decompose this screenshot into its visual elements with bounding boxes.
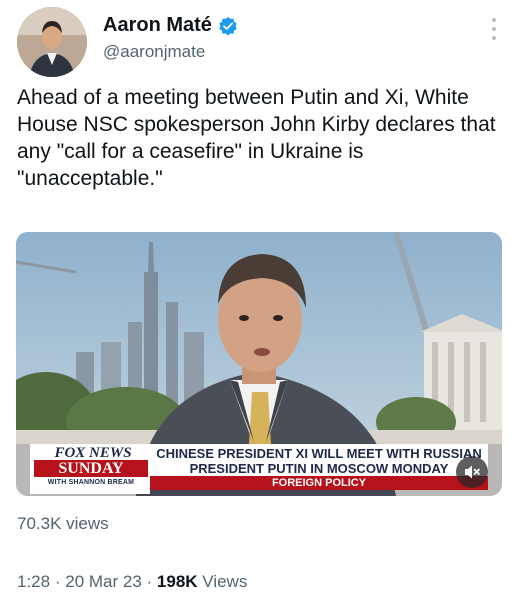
tweet-text: Ahead of a meeting between Putin and Xi,… (17, 86, 496, 190)
show-title: SUNDAY (34, 460, 148, 477)
views-label: Views (202, 572, 248, 591)
video-view-count: 70.3K views (17, 514, 109, 533)
author-handle[interactable]: @aaronjmate (103, 42, 205, 62)
mute-button[interactable] (456, 456, 488, 488)
host-line: WITH SHANNON BREAM (47, 479, 135, 486)
meta-separator: · (54, 572, 61, 591)
headline-line-2: PRESIDENT PUTIN IN MOSCOW MONDAY (189, 461, 449, 476)
author-row: Aaron Maté (103, 14, 238, 37)
meta-separator: · (146, 572, 153, 591)
tweet-meta: 1:28 · 20 Mar 23 · 198K Views (17, 572, 247, 592)
segment-label: FOREIGN POLICY (271, 477, 367, 489)
network-logo: FOX NEWS (54, 445, 132, 461)
views-count: 198K (156, 572, 198, 591)
tweet-date[interactable]: 20 Mar 23 (65, 572, 142, 591)
headline-line-1: CHINESE PRESIDENT XI WILL MEET WITH RUSS… (156, 446, 482, 461)
verified-badge-icon (219, 16, 237, 35)
avatar[interactable] (17, 7, 87, 77)
speaker-muted-icon (465, 465, 480, 479)
video-player[interactable]: FOX NEWS SUNDAY WITH SHANNON BREAM CHINE… (16, 232, 502, 496)
tweet-time[interactable]: 1:28 (17, 572, 50, 591)
author-name[interactable]: Aaron Maté (103, 14, 212, 37)
more-options-icon[interactable] (491, 18, 497, 40)
